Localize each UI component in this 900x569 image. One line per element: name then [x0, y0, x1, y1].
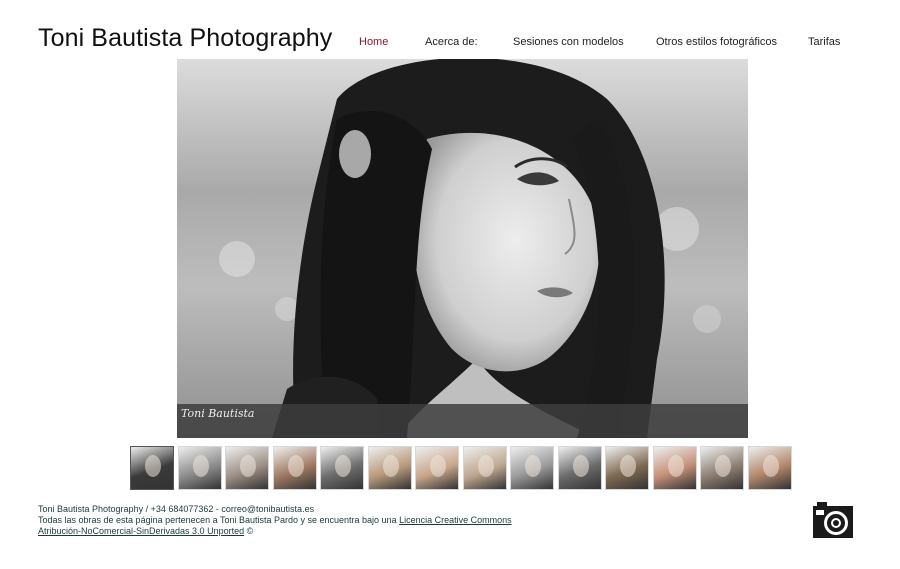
license-link-type[interactable]: Atribución-NoComercial-SinDerivadas 3.0 …: [38, 526, 244, 536]
camera-icon[interactable]: [812, 500, 854, 540]
thumbnail-4[interactable]: [272, 446, 317, 490]
thumbnail-image: [667, 455, 684, 477]
thumbnail-1[interactable]: [130, 446, 174, 490]
nav-item-home[interactable]: Home: [359, 36, 388, 48]
thumbnail-7[interactable]: [415, 446, 459, 490]
footer-license-text: Todas las obras de esta página pertenece…: [38, 515, 678, 526]
photographer-signature: Toni Bautista: [181, 407, 255, 420]
thumbnail-image: [145, 455, 161, 477]
thumbnail-image: [572, 455, 589, 477]
thumbnail-image: [715, 455, 731, 477]
thumbnail-6[interactable]: [367, 446, 412, 490]
footer: Toni Bautista Photography / +34 68407736…: [38, 504, 678, 537]
nav-item-sesiones-con-modelos[interactable]: Sesiones con modelos: [513, 36, 624, 48]
thumbnail-13[interactable]: [700, 446, 744, 490]
thumbnail-5[interactable]: [320, 446, 364, 490]
license-link-cc[interactable]: Licencia Creative Commons: [399, 515, 512, 525]
thumbnail-image: [335, 455, 351, 477]
thumbnail-14[interactable]: [747, 446, 792, 490]
footer-license-line3: Atribución-NoComercial-SinDerivadas 3.0 …: [38, 526, 678, 537]
slideshow-main-photo[interactable]: Toni Bautista: [177, 59, 748, 438]
thumbnail-3[interactable]: [225, 446, 269, 490]
footer-contact: Toni Bautista Photography / +34 68407736…: [38, 504, 315, 514]
footer-license-prefix: Todas las obras de esta página pertenece…: [38, 515, 400, 525]
thumbnail-image: [240, 455, 256, 477]
copyright-mark: ©: [244, 526, 254, 536]
thumbnail-8[interactable]: [462, 446, 507, 490]
thumbnail-image: [430, 455, 446, 477]
thumbnail-image: [620, 455, 636, 477]
thumbnail-strip: [130, 446, 794, 490]
thumbnail-image: [382, 455, 399, 477]
main-nav: Home Acerca de: Sesiones con modelos Otr…: [0, 36, 900, 50]
thumbnail-11[interactable]: [605, 446, 649, 490]
thumbnail-image: [287, 455, 304, 477]
thumbnail-2[interactable]: [177, 446, 222, 490]
nav-item-acerca-de[interactable]: Acerca de:: [425, 36, 478, 48]
thumbnail-12[interactable]: [652, 446, 697, 490]
thumbnail-image: [762, 455, 779, 477]
thumbnail-9[interactable]: [510, 446, 554, 490]
thumbnail-image: [477, 455, 494, 477]
thumbnail-image: [192, 455, 209, 477]
nav-item-tarifas[interactable]: Tarifas: [808, 36, 840, 48]
thumbnail-10[interactable]: [557, 446, 602, 490]
nav-item-otros-estilos[interactable]: Otros estilos fotográficos: [656, 36, 777, 48]
thumbnail-image: [525, 455, 541, 477]
portrait-photo: [177, 59, 748, 438]
